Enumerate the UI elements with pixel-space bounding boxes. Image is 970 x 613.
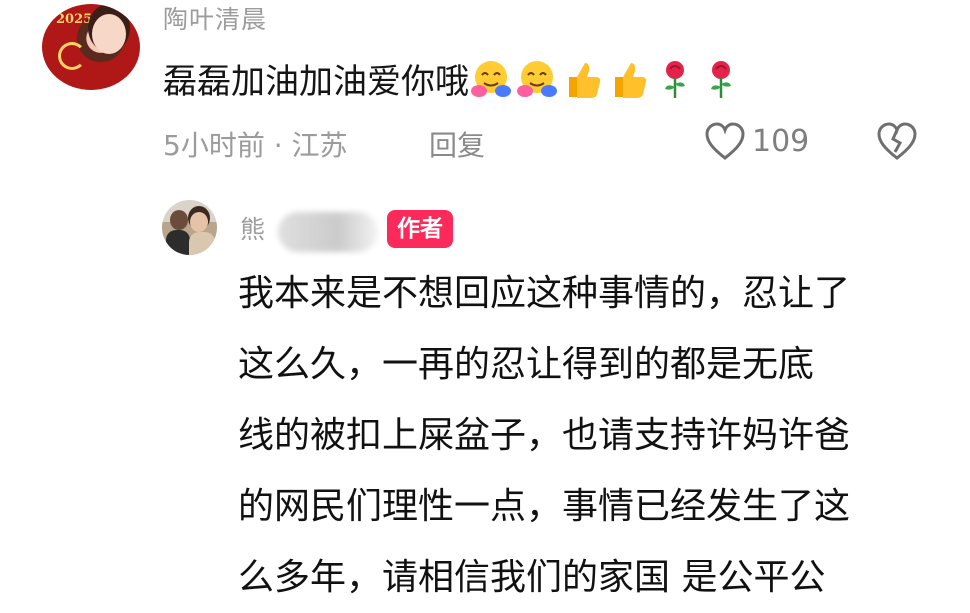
emoji-group [469,61,745,102]
author-username[interactable]: 熊 [240,210,265,246]
reply-button[interactable]: 回复 [429,124,485,164]
comment-text: 磊磊加油加油爱你哦 [163,62,469,102]
reply-body: 我本来是不想回应这种事情的，忍让了 这么久，一再的忍让得到的都是无底 线的被扣上… [238,258,938,613]
rose-emoji-icon [711,61,731,98]
hug-emoji-icon [517,61,557,97]
reply-text-line: 这么久，一再的忍让得到的都是无底 [238,344,815,385]
reply-text-line: 么多年，请相信我们的家国 是公平公 [238,557,826,598]
comment-body: 磊磊加油加油爱你哦 [163,54,745,103]
username-blur-mask [278,212,378,252]
avatar-year-text: 2025 [56,12,93,27]
avatar-body [166,230,190,255]
avatar-face [92,14,126,54]
moon-decoration [58,42,86,70]
author-badge: 作者 [387,210,453,248]
avatar-body [189,232,215,255]
reply-text-line: 的网民们理性一点，事情已经发生了这 [238,486,851,527]
avatar-person [190,212,208,232]
comment-time-location: 5小时前 · 江苏 [163,129,348,162]
author-avatar[interactable] [162,200,217,255]
commenter-username[interactable]: 陶叶清晨 [163,0,267,36]
like-count: 109 [752,124,810,159]
rose-emoji-icon [665,61,685,98]
thumbs-up-emoji-icon [569,63,601,98]
commenter-avatar[interactable]: 2025 [42,4,140,90]
hug-emoji-icon [471,61,511,97]
heart-icon[interactable] [704,122,746,162]
avatar-person [170,210,188,230]
reply-text-line: 我本来是不想回应这种事情的，忍让了 [238,273,851,314]
reply-text-line: 线的被扣上屎盆子，也请支持许妈许爸 [238,415,851,456]
broken-heart-icon[interactable] [876,122,918,162]
thumbs-up-emoji-icon [615,63,647,98]
